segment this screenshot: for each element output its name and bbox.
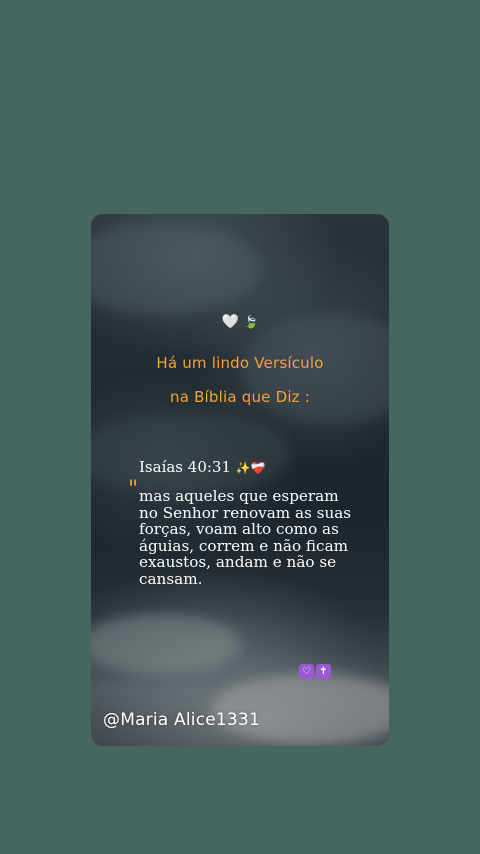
- top-emoji-row: 🤍 🍃: [91, 314, 389, 330]
- mending-heart-icon: ❤️‍🩹: [250, 461, 266, 475]
- cross-box-icon: ✝: [316, 664, 331, 679]
- heading-line-2: na Bíblia que Diz :: [170, 388, 310, 406]
- heading-line-1: Há um lindo Versículo: [156, 354, 324, 372]
- quote-mark: ": [128, 477, 139, 502]
- sparkles-icon: ✨: [235, 461, 251, 475]
- reference-text: Isaías 40:31: [139, 458, 231, 476]
- verse-card: 🤍 🍃 Há um lindo Versículo na Bíblia que …: [91, 214, 389, 746]
- heart-box-icon: ♡: [299, 664, 314, 679]
- verse-reference: Isaías 40:31 ✨❤️‍🩹: [139, 458, 266, 476]
- verse-text: mas aqueles que esperam no Senhor renova…: [139, 487, 352, 588]
- white-heart-icon: 🤍: [221, 314, 240, 330]
- cloud-shape: [211, 674, 389, 744]
- cloud-shape: [91, 224, 261, 314]
- leaf-icon: 🍃: [243, 315, 259, 329]
- cloud-shape: [91, 614, 241, 674]
- cloud-shape: [91, 414, 291, 494]
- author-handle: @Maria Alice1331: [103, 710, 260, 730]
